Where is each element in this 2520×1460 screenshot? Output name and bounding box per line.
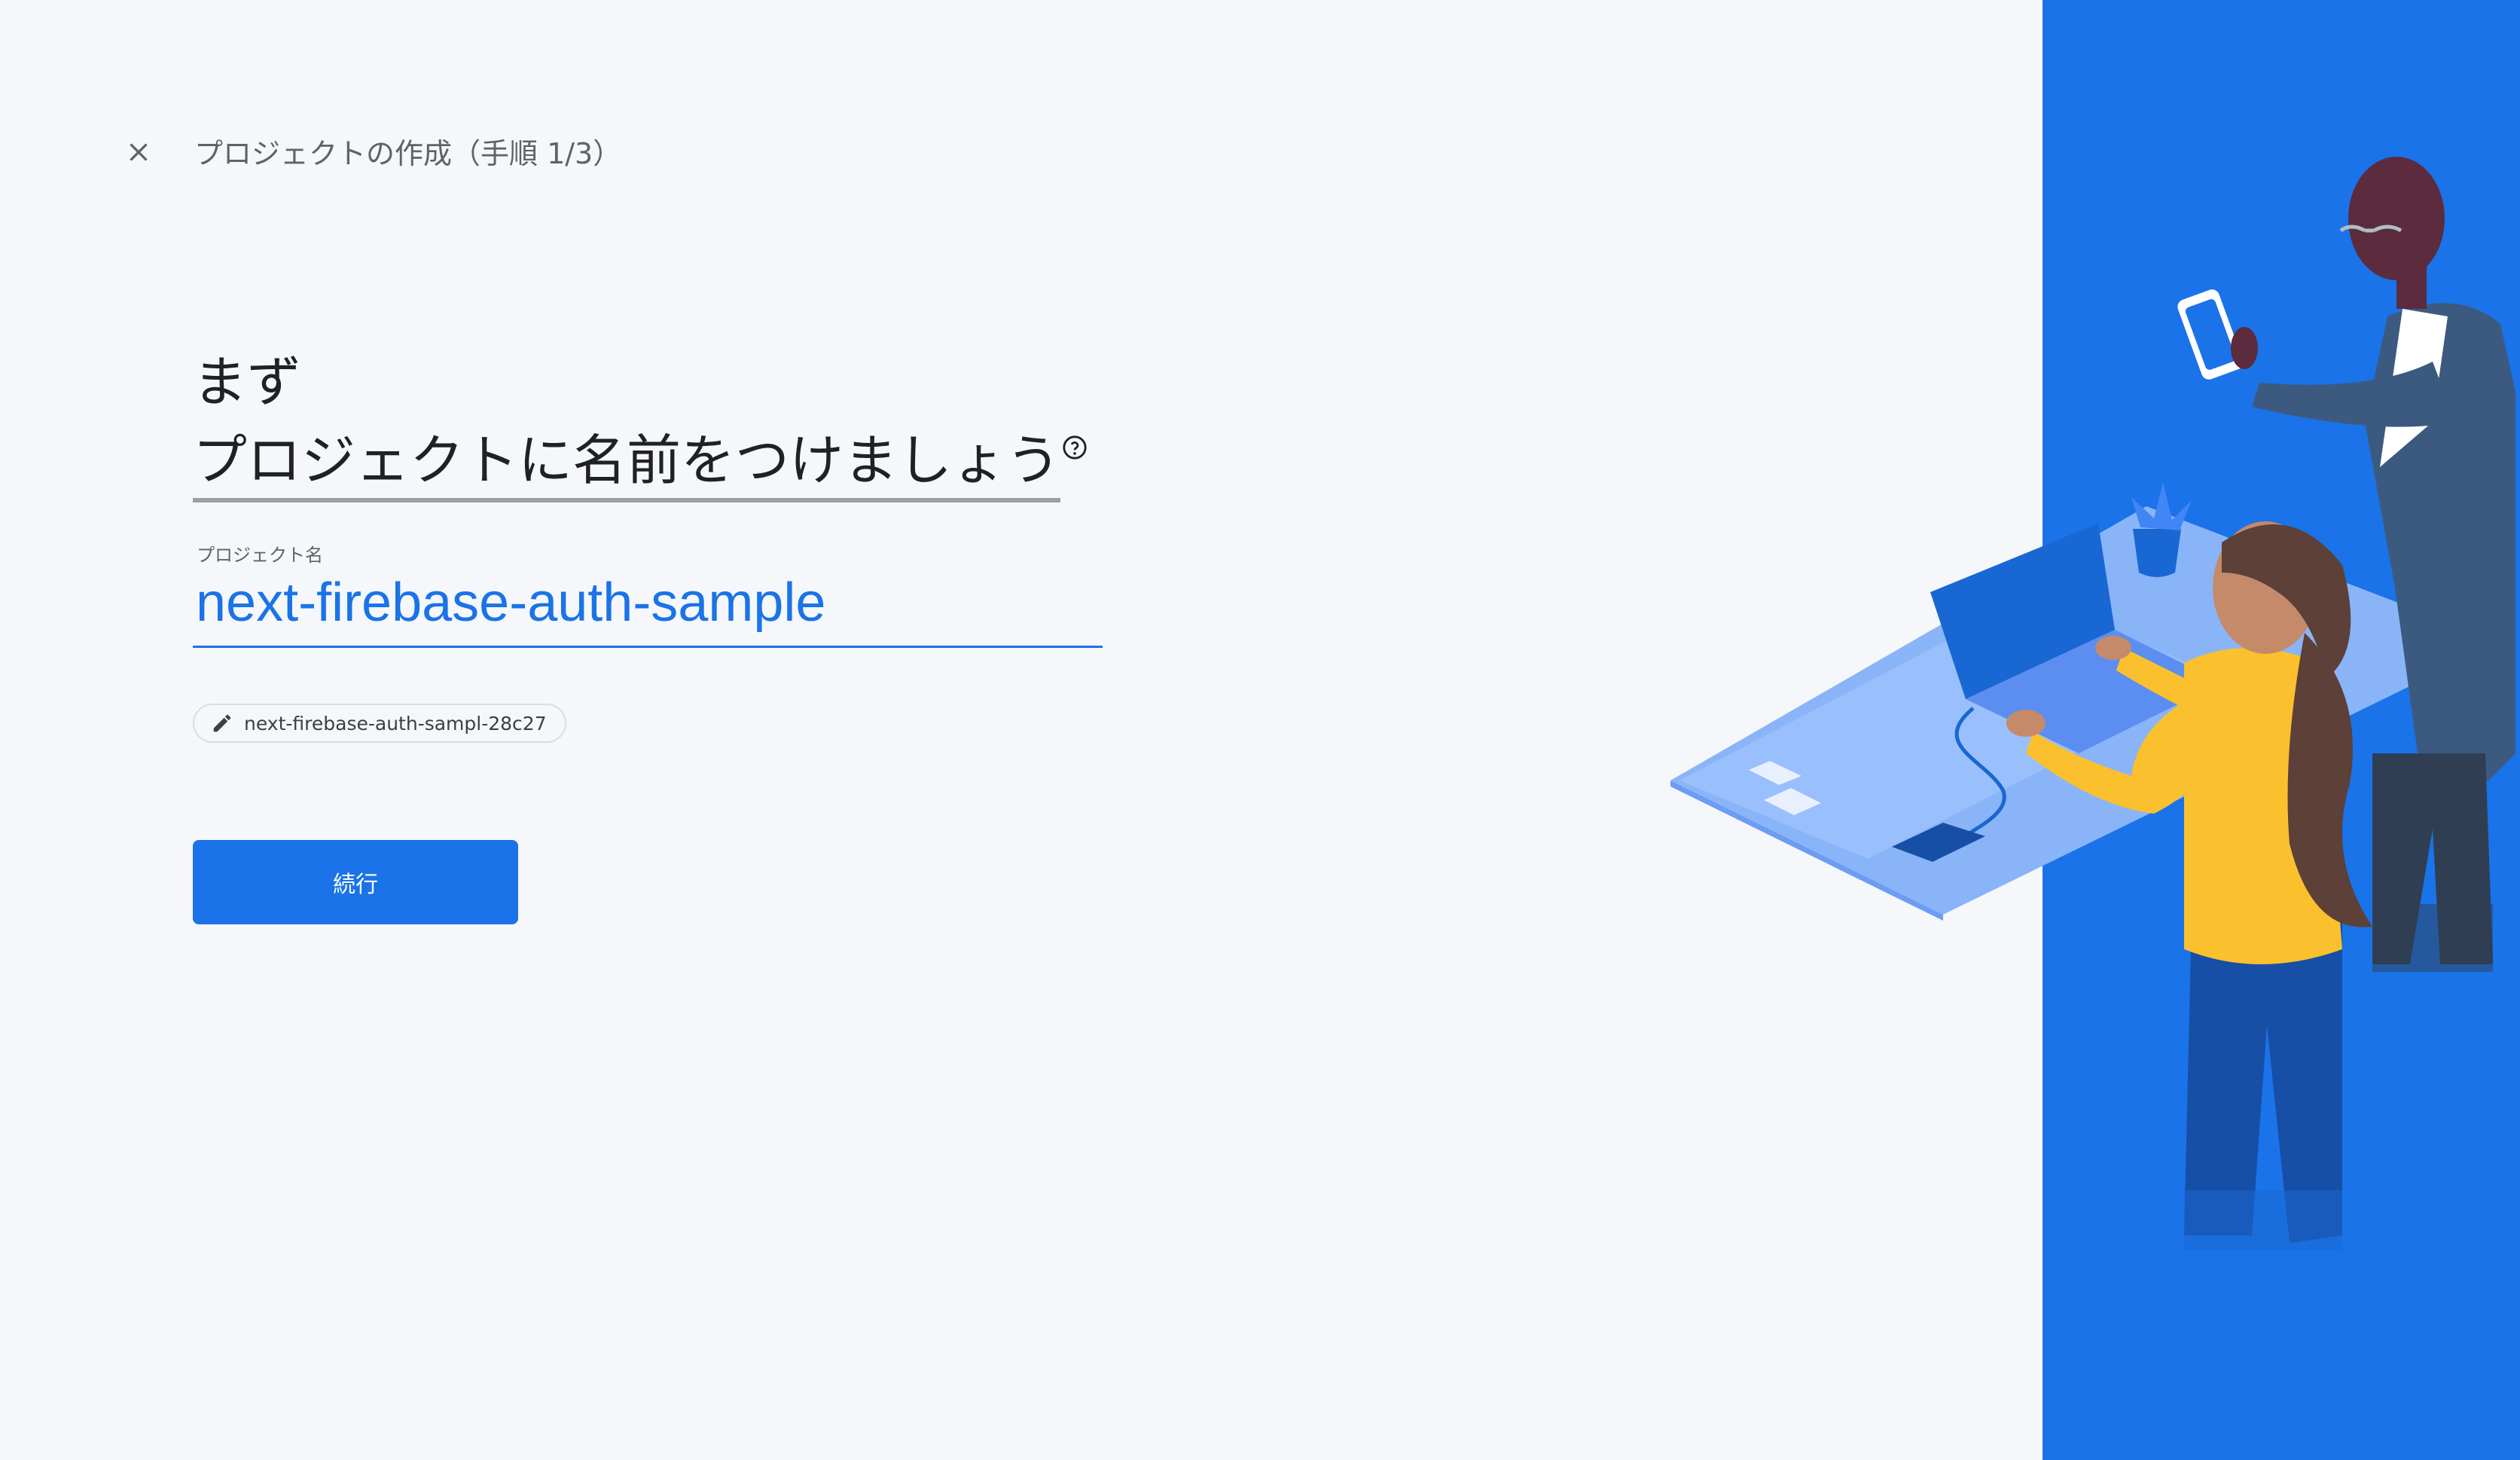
illustration-panel: [2043, 0, 2520, 1460]
project-id-text: next-firebase-auth-sampl-28c27: [244, 712, 547, 735]
heading: まず プロジェクトに名前をつけましょう: [193, 343, 1088, 502]
help-circle-icon[interactable]: [1062, 435, 1088, 460]
close-button[interactable]: [116, 130, 161, 175]
heading-line-1: まず: [193, 350, 302, 414]
pencil-icon: [213, 714, 231, 732]
project-id-chip[interactable]: next-firebase-auth-sampl-28c27: [193, 704, 566, 743]
close-icon: [130, 143, 148, 161]
heading-line-2: プロジェクトに名前をつけましょう: [193, 424, 1061, 502]
continue-button[interactable]: 続行: [193, 840, 518, 924]
page-title: プロジェクトの作成（手順 1/3）: [194, 137, 622, 170]
project-name-input[interactable]: [193, 565, 1103, 648]
create-project-page: プロジェクトの作成（手順 1/3） まず プロジェクトに名前をつけましょう プロ…: [0, 0, 2520, 1460]
project-name-label: プロジェクト名: [197, 545, 323, 566]
